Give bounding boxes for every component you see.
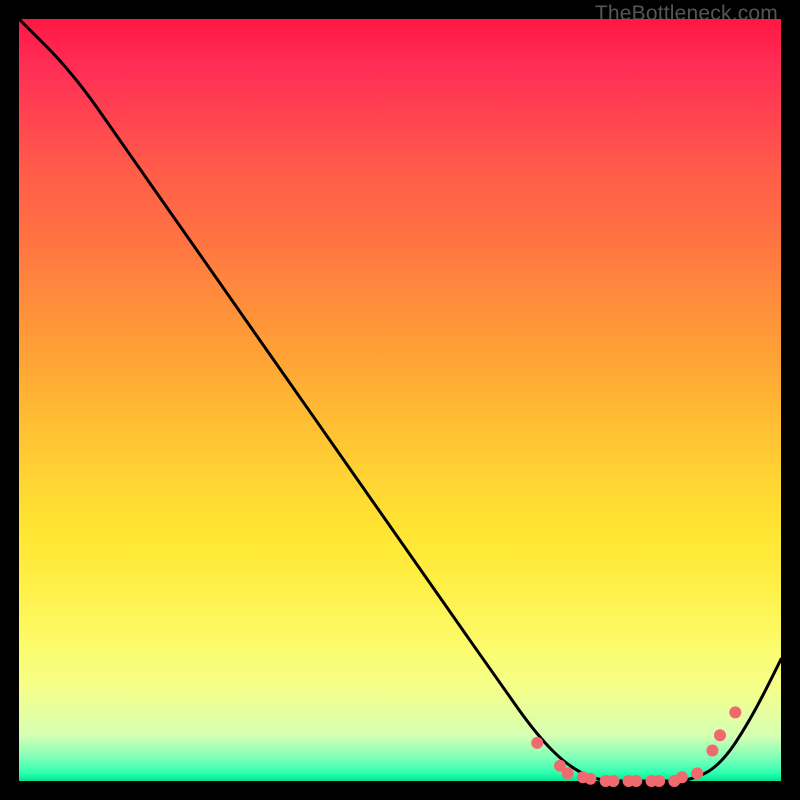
highlight-dot — [630, 775, 642, 787]
chart-frame: TheBottleneck.com — [0, 0, 800, 800]
highlight-dot — [531, 737, 543, 749]
bottleneck-curve-svg — [19, 19, 781, 781]
highlight-dot — [706, 745, 718, 757]
highlight-dot — [676, 771, 688, 783]
highlight-dot — [691, 767, 703, 779]
bottleneck-curve-path — [19, 19, 781, 781]
highlight-dot — [714, 729, 726, 741]
optimal-range-dots — [531, 706, 741, 787]
highlight-dot — [607, 775, 619, 787]
highlight-dot — [585, 773, 597, 785]
highlight-dot — [653, 775, 665, 787]
curve-group — [19, 19, 781, 781]
highlight-dot — [562, 767, 574, 779]
highlight-dot — [729, 706, 741, 718]
plot-area — [19, 19, 781, 781]
